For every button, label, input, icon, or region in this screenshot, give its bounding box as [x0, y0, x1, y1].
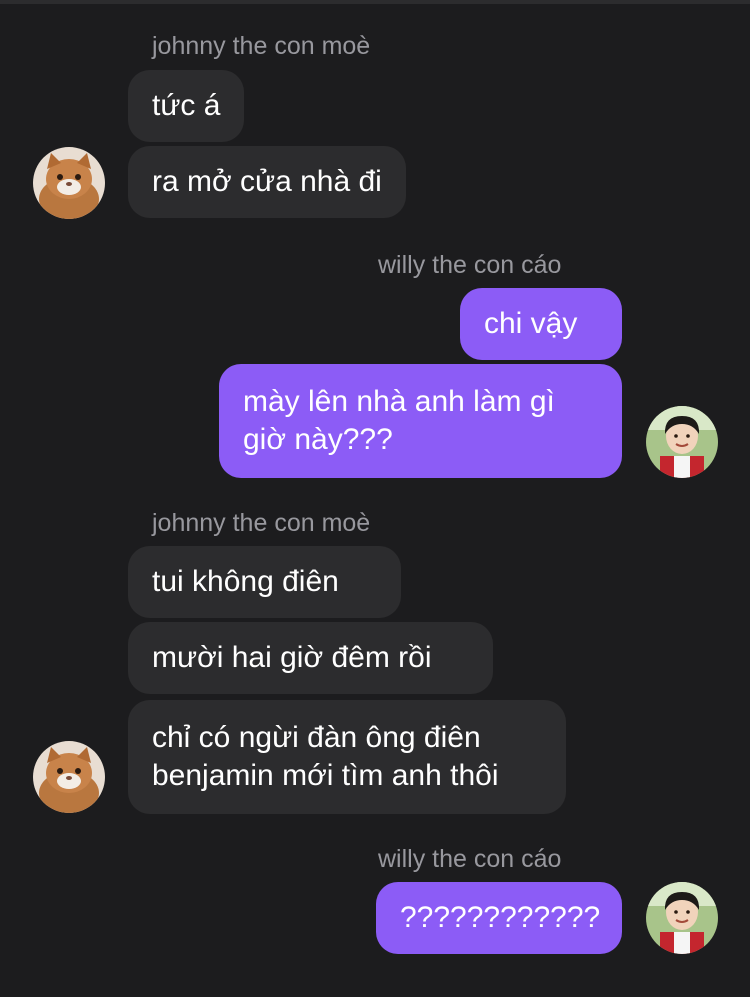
message-text: tức á: [152, 89, 221, 122]
sender-name: johnny the con moè: [152, 509, 371, 537]
message-text: tui không điên: [152, 565, 339, 598]
cat-avatar-icon[interactable]: [33, 147, 105, 219]
message-text: mười hai giờ đêm rồi: [152, 641, 432, 674]
outgoing-message-bubble[interactable]: mày lên nhà anh làm gì giờ này???: [219, 364, 622, 478]
top-divider: [0, 0, 750, 4]
outgoing-message-bubble[interactable]: ????????????: [376, 882, 622, 954]
child-avatar-icon[interactable]: [646, 882, 718, 954]
incoming-message-bubble[interactable]: tui không điên: [128, 546, 401, 618]
message-text: giờ này???: [243, 423, 393, 456]
cat-avatar-icon[interactable]: [33, 741, 105, 813]
outgoing-message-bubble[interactable]: chi vậy: [460, 288, 622, 360]
message-text: chỉ có ngừi đàn ông điên: [152, 721, 481, 754]
message-text: benjamin mới tìm anh thôi: [152, 759, 499, 792]
incoming-message-bubble[interactable]: ra mở cửa nhà đi: [128, 146, 406, 218]
incoming-message-bubble[interactable]: chỉ có ngừi đàn ông điên benjamin mới tì…: [128, 700, 566, 814]
message-text: chi vậy: [484, 307, 578, 340]
message-text: ra mở cửa nhà đi: [152, 165, 382, 198]
sender-name: willy the con cáo: [378, 251, 562, 279]
message-text: mày lên nhà anh làm gì: [243, 385, 555, 418]
sender-name: johnny the con moè: [152, 32, 371, 60]
message-text: ????????????: [400, 901, 601, 934]
incoming-message-bubble[interactable]: mười hai giờ đêm rồi: [128, 622, 493, 694]
incoming-message-bubble[interactable]: tức á: [128, 70, 245, 142]
child-avatar-icon[interactable]: [646, 406, 718, 478]
sender-name: willy the con cáo: [378, 845, 562, 873]
